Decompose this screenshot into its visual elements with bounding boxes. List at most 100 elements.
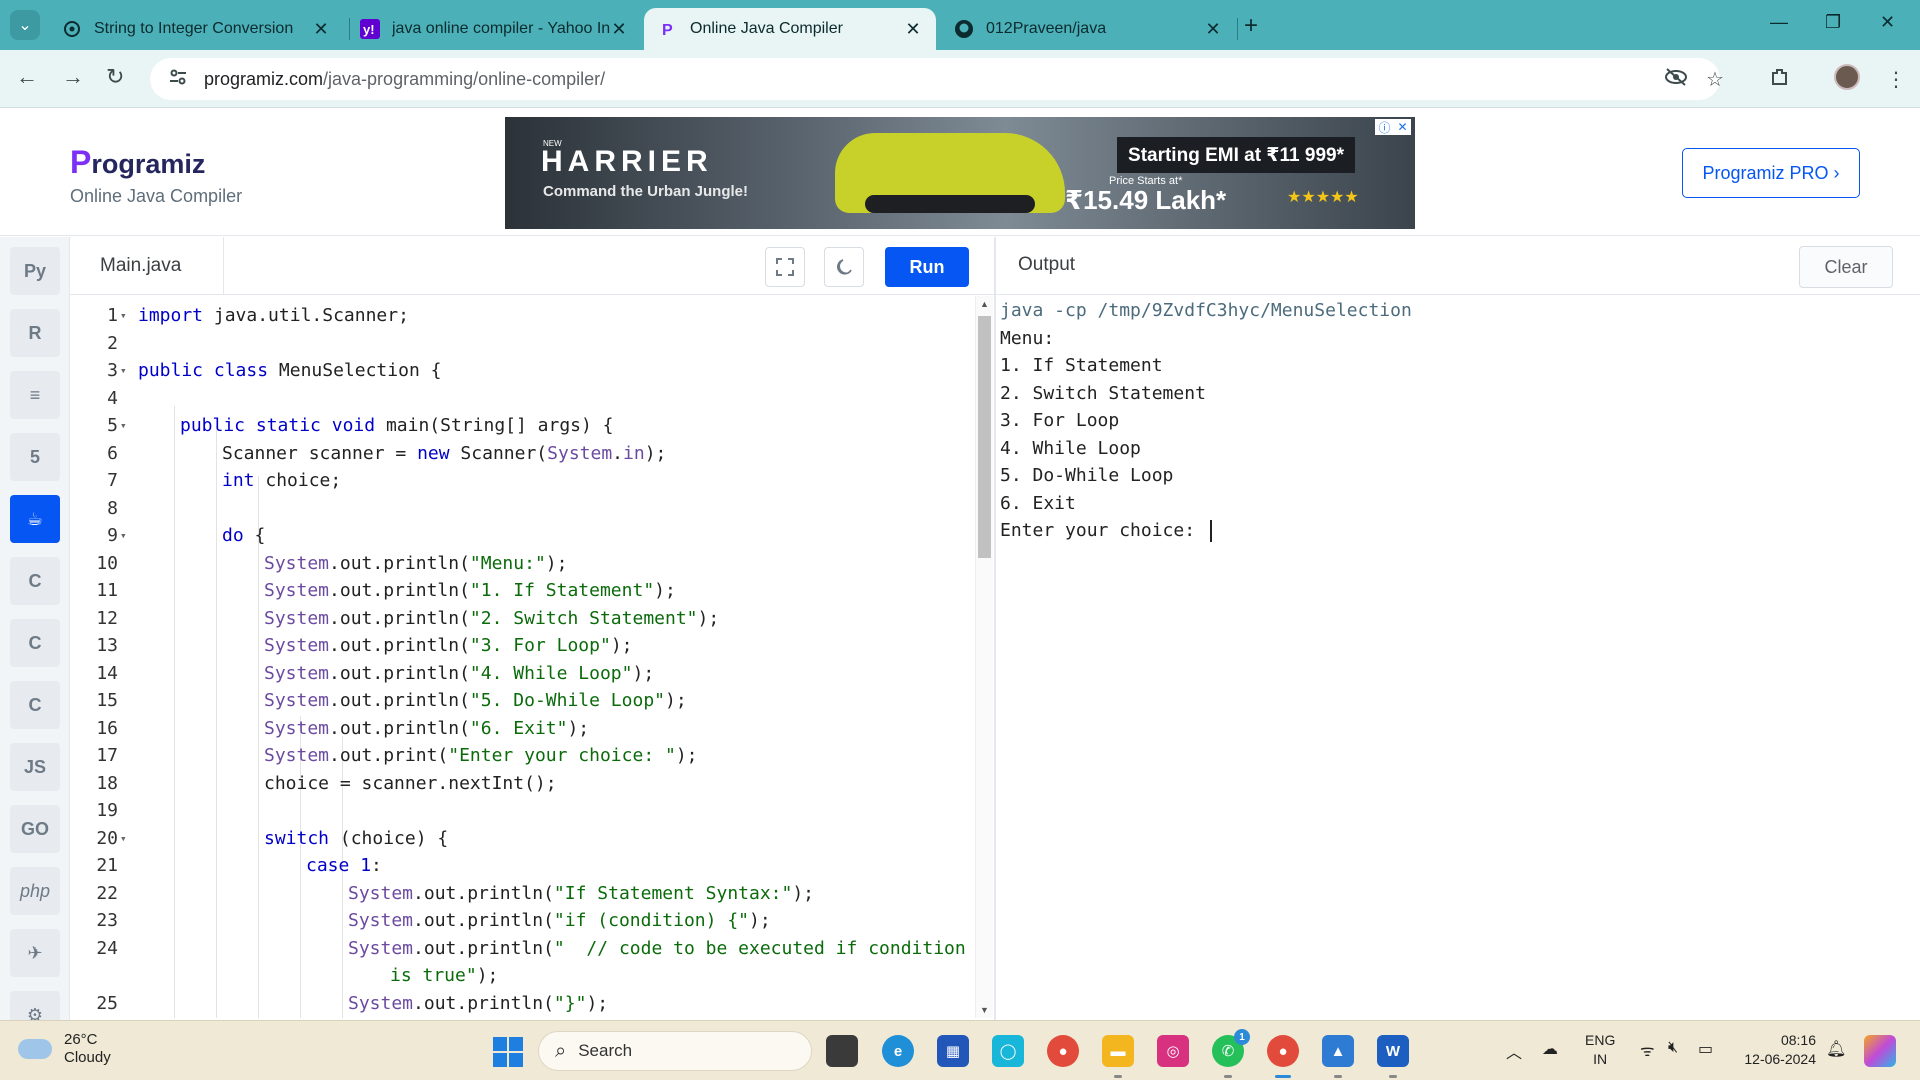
scroll-down-icon[interactable]: ▼ bbox=[980, 1005, 989, 1015]
c-icon[interactable]: C bbox=[10, 557, 60, 605]
line-number: 18 bbox=[96, 772, 118, 794]
chrome-icon[interactable]: ● bbox=[1047, 1035, 1079, 1067]
extensions-icon[interactable] bbox=[1770, 67, 1790, 93]
notification-bell-icon[interactable]: 🔔︎ bbox=[1826, 1039, 1846, 1059]
chevron-up-icon[interactable]: ︿ bbox=[1506, 1039, 1522, 1063]
browser-tab-chatgpt[interactable]: String to Integer Conversion ✕ bbox=[48, 8, 344, 50]
file-explorer-icon[interactable]: ▬ bbox=[1102, 1035, 1134, 1078]
code-text: System.out.println("3. For Loop"); bbox=[264, 635, 633, 656]
photos-icon[interactable]: ▲ bbox=[1322, 1035, 1354, 1078]
reload-icon[interactable]: ↻ bbox=[106, 64, 124, 90]
fullscreen-icon[interactable] bbox=[765, 247, 805, 287]
chrome-profile-icon[interactable]: ● bbox=[1267, 1035, 1299, 1078]
close-window-button[interactable]: ✕ bbox=[1880, 12, 1895, 33]
volume-muted-icon[interactable]: 🔇︎ bbox=[1668, 1039, 1678, 1057]
fold-arrow-icon[interactable]: ▾ bbox=[120, 357, 127, 385]
clock[interactable]: 08:16 12-06-2024 bbox=[1736, 1031, 1816, 1069]
more-menu-icon[interactable]: ⋮ bbox=[1886, 67, 1906, 92]
weather-widget[interactable]: 26°C Cloudy bbox=[18, 1031, 111, 1067]
fold-arrow-icon[interactable]: ▾ bbox=[120, 412, 127, 440]
javascript-icon[interactable]: JS bbox=[10, 743, 60, 791]
csharp-icon[interactable]: C bbox=[10, 681, 60, 729]
minimize-window-button[interactable]: ― bbox=[1770, 12, 1788, 33]
rust-icon[interactable]: ⚙ bbox=[10, 991, 60, 1020]
line-number: 8 bbox=[107, 497, 118, 519]
close-tab-icon[interactable]: ✕ bbox=[312, 19, 330, 40]
programiz-logo[interactable]: Programiz bbox=[70, 144, 205, 181]
code-text: System.out.println("4. While Loop"); bbox=[264, 662, 655, 684]
language-indicator[interactable]: ENG IN bbox=[1585, 1031, 1615, 1069]
whatsapp-icon[interactable]: ✆ 1 bbox=[1212, 1029, 1250, 1078]
run-button[interactable]: Run bbox=[885, 247, 969, 287]
lang-bottom: IN bbox=[1593, 1051, 1608, 1067]
code-editor[interactable]: 1 ▾ import java.util.Scanner; 2 3 ▾ public cla… bbox=[70, 296, 995, 1018]
word-icon[interactable]: W bbox=[1377, 1035, 1409, 1078]
bookmark-star-icon[interactable]: ☆ bbox=[1706, 67, 1724, 92]
output-console[interactable]: java -cp /tmp/9ZvdfC3hyc/MenuSelection M… bbox=[1000, 297, 1910, 1017]
task-view-icon[interactable] bbox=[826, 1035, 858, 1067]
fold-arrow-icon[interactable]: ▾ bbox=[120, 302, 127, 330]
forward-arrow-icon[interactable]: → bbox=[62, 64, 84, 90]
code-text: is true"); bbox=[390, 965, 499, 986]
close-tab-icon[interactable]: ✕ bbox=[904, 19, 922, 40]
copilot-icon[interactable] bbox=[1864, 1035, 1896, 1067]
onedrive-icon[interactable]: ☁ bbox=[1542, 1039, 1558, 1059]
browser-tab-programiz[interactable]: P Online Java Compiler ✕ bbox=[644, 8, 936, 50]
taskbar-search[interactable]: ⌕ Search bbox=[538, 1031, 812, 1071]
output-line: 1. If Statement bbox=[1000, 355, 1163, 376]
editor-scrollbar[interactable]: ▲ ▼ bbox=[975, 296, 993, 1018]
tab-search-button[interactable]: ⌄ bbox=[10, 10, 40, 40]
browser-tab-github[interactable]: 012Praveen/java ✕ bbox=[940, 8, 1236, 50]
fold-arrow-icon[interactable]: ▾ bbox=[120, 825, 127, 853]
store-icon[interactable]: ▦ bbox=[937, 1035, 969, 1067]
sql-icon[interactable]: ≡ bbox=[10, 371, 60, 419]
eye-off-icon[interactable] bbox=[1664, 67, 1688, 93]
back-arrow-icon[interactable]: ← bbox=[16, 64, 38, 90]
wifi-icon[interactable]: ᯤ bbox=[1640, 1039, 1655, 1061]
advertisement-banner[interactable]: NEW HARRIER Command the Urban Jungle! St… bbox=[505, 117, 1415, 229]
new-tab-button[interactable]: + bbox=[1244, 12, 1258, 40]
windows-start-icon[interactable] bbox=[493, 1037, 523, 1067]
ad-info-icon[interactable]: ⓘ bbox=[1378, 119, 1390, 136]
python-icon[interactable]: Py bbox=[10, 247, 60, 295]
address-bar[interactable]: programiz.com/java-programming/online-co… bbox=[150, 58, 1720, 100]
site-info-icon[interactable] bbox=[168, 67, 188, 92]
line-number: 9 bbox=[107, 525, 118, 546]
scrollbar-thumb[interactable] bbox=[978, 316, 991, 558]
html-icon[interactable]: 5 bbox=[10, 433, 60, 481]
programiz-pro-button[interactable]: Programiz PRO › bbox=[1682, 148, 1860, 198]
java-icon[interactable]: ☕ bbox=[10, 495, 60, 543]
r-icon[interactable]: R bbox=[10, 309, 60, 357]
programiz-icon: P bbox=[658, 19, 678, 39]
chevron-down-icon: ⌄ bbox=[18, 17, 32, 34]
cpp-icon[interactable]: C bbox=[10, 619, 60, 667]
notification-badge: 1 bbox=[1234, 1029, 1250, 1045]
php-icon[interactable]: php bbox=[10, 867, 60, 915]
dark-mode-icon[interactable] bbox=[824, 247, 864, 287]
battery-icon[interactable]: ▭ bbox=[1698, 1039, 1713, 1059]
code-line: 15 System.out.println("5. Do-While Loop")… bbox=[70, 687, 975, 715]
logo-letter: P bbox=[70, 144, 92, 180]
code-line: 3 ▾ public class MenuSelection { bbox=[70, 357, 975, 385]
app-icon[interactable]: ◯ bbox=[992, 1035, 1024, 1067]
swift-icon[interactable]: ✈ bbox=[10, 929, 60, 977]
browser-tab-yahoo[interactable]: y! java online compiler - Yahoo In ✕ bbox=[346, 8, 642, 50]
clear-button[interactable]: Clear bbox=[1799, 246, 1893, 288]
fold-arrow-icon[interactable]: ▾ bbox=[120, 522, 127, 550]
go-icon[interactable]: GO bbox=[10, 805, 60, 853]
close-tab-icon[interactable]: ✕ bbox=[1204, 19, 1222, 40]
pane-divider[interactable] bbox=[994, 237, 996, 1020]
scroll-up-icon[interactable]: ▲ bbox=[980, 299, 989, 309]
ad-choices[interactable]: ⓘ ✕ bbox=[1375, 119, 1411, 135]
close-tab-icon[interactable]: ✕ bbox=[610, 19, 628, 40]
profile-avatar[interactable] bbox=[1834, 64, 1860, 90]
restore-window-button[interactable]: ❐ bbox=[1825, 12, 1841, 33]
search-icon: ⌕ bbox=[555, 1039, 567, 1062]
ad-close-icon[interactable]: ✕ bbox=[1397, 120, 1407, 134]
file-tab-main-java[interactable]: Main.java bbox=[70, 237, 224, 295]
line-number: 10 bbox=[96, 552, 118, 574]
code-line: 11 System.out.println("1. If Statement"); bbox=[70, 577, 975, 605]
line-number: 3 bbox=[107, 360, 118, 381]
instagram-icon[interactable]: ◎ bbox=[1157, 1035, 1189, 1067]
edge-icon[interactable]: e bbox=[882, 1035, 914, 1067]
